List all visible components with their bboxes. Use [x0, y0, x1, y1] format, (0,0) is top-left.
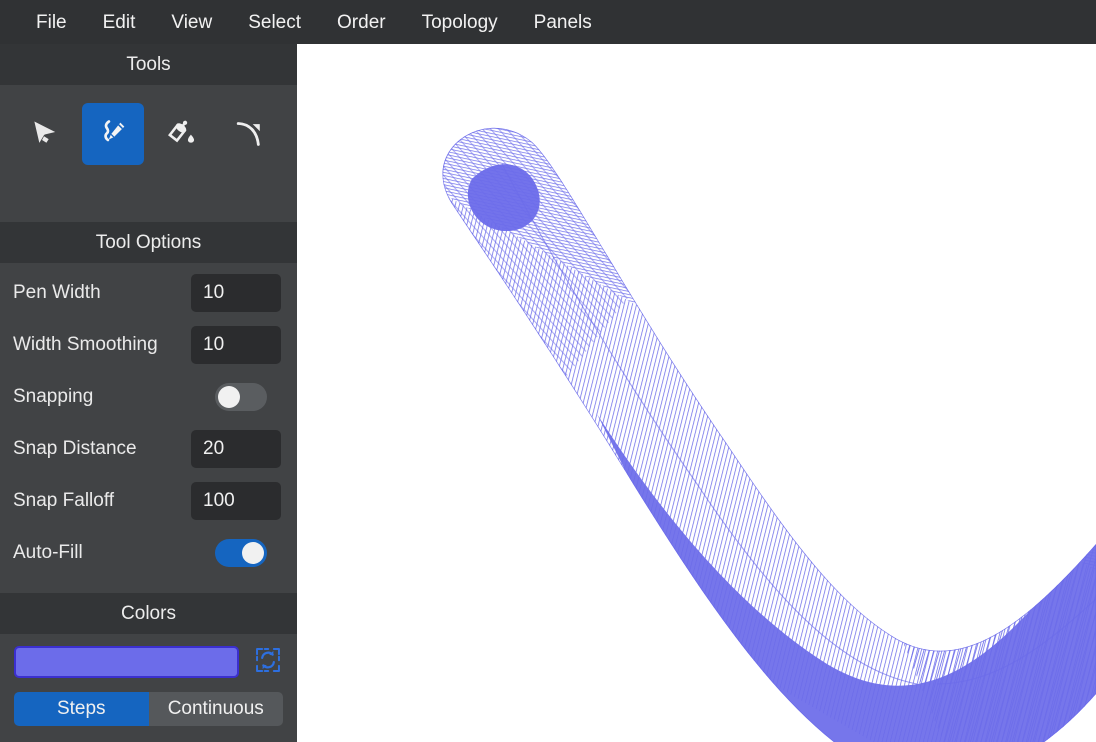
randomize-color-button[interactable]: [253, 647, 283, 677]
pen-width-label: Pen Width: [13, 282, 101, 303]
option-row-snap-falloff: Snap Falloff: [0, 475, 297, 527]
menu-item-view[interactable]: View: [153, 7, 230, 38]
drawing-canvas[interactable]: [297, 44, 1096, 742]
menu-item-order[interactable]: Order: [319, 7, 404, 38]
color-mode-group: Steps Continuous: [14, 692, 283, 726]
snapping-toggle-knob: [218, 386, 240, 408]
color-mode-continuous-button[interactable]: Continuous: [148, 692, 283, 726]
menu-item-topology[interactable]: Topology: [404, 7, 516, 38]
menu-item-edit[interactable]: Edit: [85, 7, 154, 38]
main-body: Tools Tool Options Pen Width 10 Width Sm…: [0, 44, 1096, 742]
tool-options-panel-title: Tool Options: [0, 222, 297, 263]
auto-fill-toggle[interactable]: [215, 539, 267, 567]
select-tool-button[interactable]: [14, 103, 76, 165]
tools-panel-title: Tools: [0, 44, 297, 85]
width-smoothing-input[interactable]: [191, 326, 281, 364]
auto-fill-label: Auto-Fill: [13, 542, 83, 563]
option-row-snapping: Snapping: [0, 371, 297, 423]
cursor-arrow-icon: [28, 117, 62, 151]
refresh-icon: [254, 646, 282, 679]
snap-falloff-input[interactable]: [191, 482, 281, 520]
snapping-toggle[interactable]: [215, 383, 267, 411]
color-mode-steps-button[interactable]: Steps: [14, 692, 149, 726]
menu-item-file[interactable]: File: [18, 7, 85, 38]
tool-options-panel-body: Pen Width Width Smoothing Snapping Snap …: [0, 263, 297, 593]
snapping-label: Snapping: [13, 386, 94, 407]
menu-item-panels[interactable]: Panels: [516, 7, 610, 38]
hatched-stroke-artwork: [442, 127, 1096, 742]
tools-panel-body: [0, 85, 297, 222]
app-window: File Edit View Select Order Topology Pan…: [0, 0, 1096, 742]
colors-panel-title: Colors: [0, 593, 297, 634]
snap-distance-label: Snap Distance: [13, 438, 137, 459]
curve-tool-button[interactable]: [218, 103, 280, 165]
option-row-pen-width: Pen Width: [0, 267, 297, 319]
menu-bar: File Edit View Select Order Topology Pan…: [0, 0, 1096, 44]
auto-fill-toggle-knob: [242, 542, 264, 564]
color-swatch[interactable]: [14, 646, 239, 678]
option-row-width-smoothing: Width Smoothing: [0, 319, 297, 371]
pencil-icon: [96, 117, 130, 151]
width-smoothing-label: Width Smoothing: [13, 334, 158, 355]
fill-tool-button[interactable]: [150, 103, 212, 165]
snap-distance-input[interactable]: [191, 430, 281, 468]
paint-bucket-icon: [164, 117, 198, 151]
option-row-snap-distance: Snap Distance: [0, 423, 297, 475]
color-swatch-row: [14, 646, 283, 678]
colors-panel-body: Steps Continuous: [0, 634, 297, 742]
snap-falloff-label: Snap Falloff: [13, 490, 115, 511]
left-dock: Tools Tool Options Pen Width 10 Width Sm…: [0, 44, 297, 742]
option-row-auto-fill: Auto-Fill: [0, 527, 297, 579]
pen-tool-button[interactable]: [82, 103, 144, 165]
curve-icon: [232, 117, 266, 151]
menu-item-select[interactable]: Select: [230, 7, 319, 38]
pen-width-input[interactable]: [191, 274, 281, 312]
